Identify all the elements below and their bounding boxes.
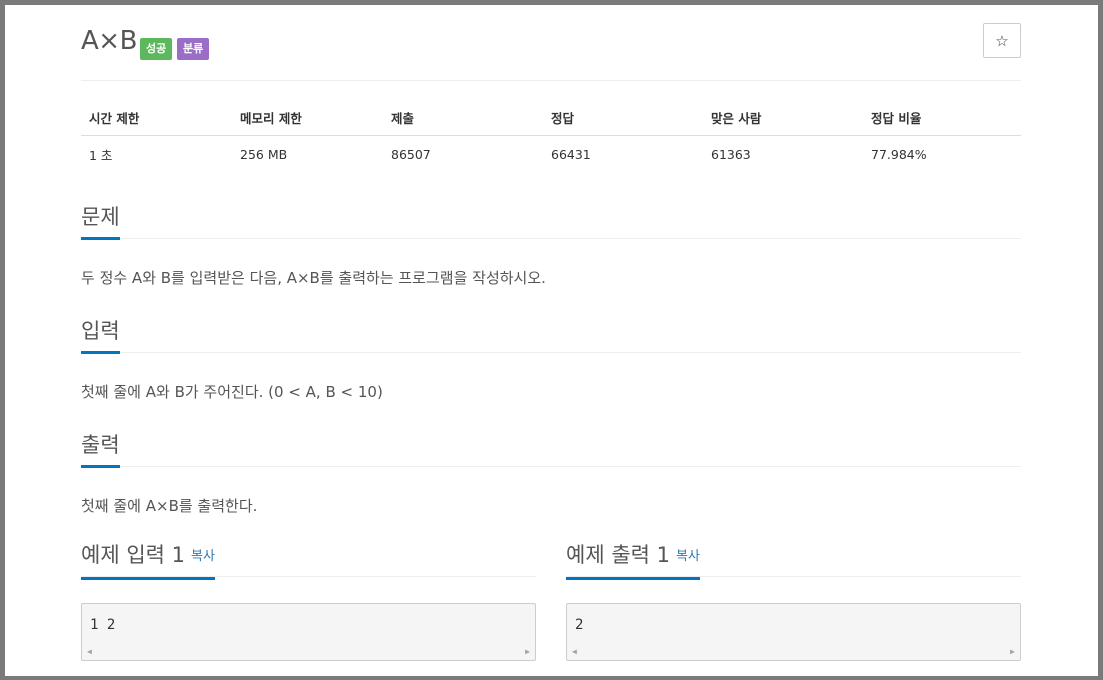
stat-ratio: 77.984% bbox=[871, 146, 927, 162]
input-section: 입력 첫째 줄에 A와 B가 주어진다. (0 < A, B < 10) bbox=[81, 316, 1021, 402]
sample-input-content: 1 2 bbox=[90, 617, 116, 633]
scroll-left-icon[interactable]: ◀ bbox=[572, 647, 577, 656]
sample-input-box[interactable]: 1 2 ◀ ▶ bbox=[81, 603, 536, 661]
stat-header-submissions: 제출 bbox=[383, 100, 543, 136]
input-title: 입력 bbox=[81, 316, 120, 354]
stat-header-ratio: 정답 비율 bbox=[863, 100, 1021, 136]
input-header: 입력 bbox=[81, 316, 1021, 354]
stat-accepted: 66431 bbox=[551, 146, 591, 162]
stat-memory-limit: 256 MB bbox=[240, 146, 288, 162]
stat-header-time-limit: 시간 제한 bbox=[81, 100, 232, 136]
sample-input-header: 예제 입력 1 복사 bbox=[81, 540, 536, 580]
description-section: 문제 두 정수 A와 B를 입력받은 다음, A×B를 출력하는 프로그램을 작… bbox=[81, 202, 1021, 288]
problem-stats-table: 시간 제한 메모리 제한 제출 정답 맞은 사람 정답 비율 1 초 256 M… bbox=[81, 100, 1021, 172]
sample-output-header: 예제 출력 1 복사 bbox=[566, 540, 1021, 580]
stats-value-row: 1 초 256 MB 86507 66431 61363 77.984% bbox=[81, 136, 1021, 173]
sample-input-scrollbar[interactable]: ◀ ▶ bbox=[82, 644, 535, 660]
sample-output-title: 예제 출력 1 복사 bbox=[566, 540, 700, 580]
stats-header-row: 시간 제한 메모리 제한 제출 정답 맞은 사람 정답 비율 bbox=[81, 100, 1021, 136]
output-text: 첫째 줄에 A×B를 출력한다. bbox=[81, 497, 258, 515]
sample-input-section: 예제 입력 1 복사 1 2 ◀ ▶ bbox=[81, 540, 536, 661]
sample-output-section: 예제 출력 1 복사 2 ◀ ▶ bbox=[566, 540, 1021, 661]
stat-header-solvers: 맞은 사람 bbox=[703, 100, 863, 136]
description-title: 문제 bbox=[81, 202, 120, 240]
sample-output-scrollbar[interactable]: ◀ ▶ bbox=[567, 644, 1020, 660]
sample-output-title-text: 예제 출력 1 bbox=[566, 543, 670, 567]
stat-submissions[interactable]: 86507 bbox=[383, 136, 543, 173]
favorite-button[interactable]: ☆ bbox=[983, 23, 1021, 58]
success-badge[interactable]: 성공 bbox=[140, 38, 173, 60]
stat-time-limit: 1 초 bbox=[89, 147, 113, 163]
output-header: 출력 bbox=[81, 430, 1021, 468]
output-section: 출력 첫째 줄에 A×B를 출력한다. bbox=[81, 430, 1021, 516]
description-text: 두 정수 A와 B를 입력받은 다음, A×B를 출력하는 프로그램을 작성하시… bbox=[81, 269, 546, 287]
sample-input-title: 예제 입력 1 복사 bbox=[81, 540, 215, 580]
sample-input-copy-button[interactable]: 복사 bbox=[191, 549, 215, 564]
scroll-left-icon[interactable]: ◀ bbox=[87, 647, 92, 656]
scroll-right-icon[interactable]: ▶ bbox=[1010, 647, 1015, 656]
output-title: 출력 bbox=[81, 430, 120, 468]
sample-output-box[interactable]: 2 ◀ ▶ bbox=[566, 603, 1021, 661]
problem-title: A×B bbox=[81, 26, 137, 56]
category-badge[interactable]: 분류 bbox=[177, 38, 210, 60]
title-row: A×B 성공 분류 ☆ bbox=[81, 23, 1021, 64]
stat-header-accepted: 정답 bbox=[543, 100, 703, 136]
sample-output-copy-button[interactable]: 복사 bbox=[676, 549, 700, 564]
star-icon: ☆ bbox=[995, 32, 1009, 50]
input-text: 첫째 줄에 A와 B가 주어진다. (0 < A, B < 10) bbox=[81, 383, 383, 401]
sample-output-content: 2 bbox=[575, 617, 584, 633]
scroll-right-icon[interactable]: ▶ bbox=[525, 647, 530, 656]
stat-solvers[interactable]: 61363 bbox=[703, 136, 863, 173]
title-divider bbox=[81, 80, 1021, 81]
stat-header-memory-limit: 메모리 제한 bbox=[232, 100, 383, 136]
description-header: 문제 bbox=[81, 202, 1021, 240]
sample-input-title-text: 예제 입력 1 bbox=[81, 543, 185, 567]
